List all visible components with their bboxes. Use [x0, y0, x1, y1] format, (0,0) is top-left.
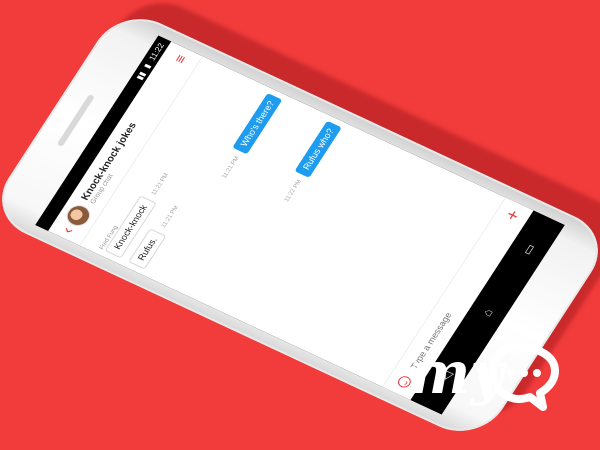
message-time: 11:21 PM	[160, 205, 181, 229]
message-time: 11:21 PM	[151, 172, 171, 197]
nav-recents-icon[interactable]: ▭	[519, 240, 539, 259]
bubble-dot	[507, 369, 515, 377]
battery-icon: ▮	[141, 62, 153, 70]
message-time: 11:21 PM	[221, 155, 241, 180]
bubble-dot	[520, 369, 528, 377]
bubble-dot	[533, 369, 541, 377]
hamburger-menu-icon[interactable]: ≡	[171, 52, 190, 66]
outgoing-bubble[interactable]: Rufus who?	[294, 120, 342, 178]
message-time: 11:22 PM	[283, 179, 304, 203]
myapp-logo: my	[409, 339, 559, 411]
nav-home-icon[interactable]: ⌂	[478, 303, 498, 322]
message-row: 11:21 PM Who's there?	[151, 93, 283, 279]
plus-icon[interactable]: +	[501, 207, 525, 224]
